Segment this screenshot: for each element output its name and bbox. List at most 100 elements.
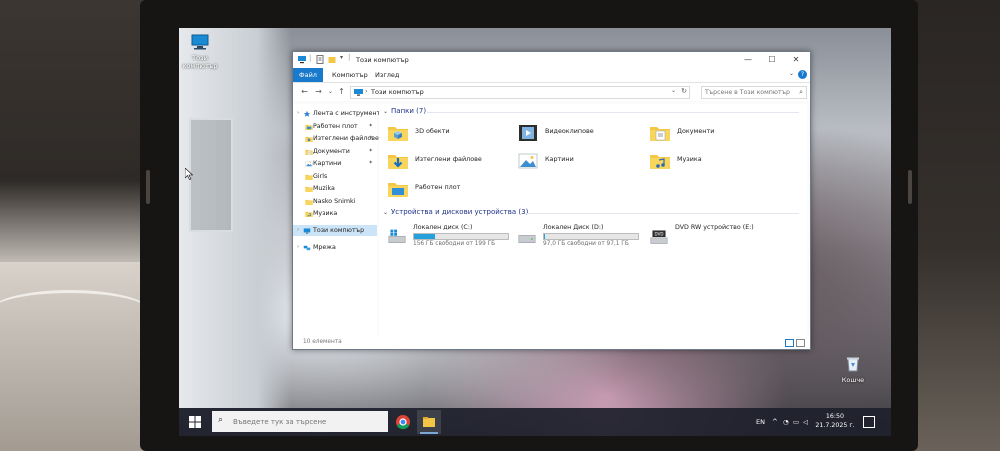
search-box[interactable]: ⌕: [701, 86, 807, 99]
folder-tile[interactable]: Работен плот: [387, 178, 507, 202]
details-view-icon[interactable]: [785, 339, 794, 347]
up-button[interactable]: ↑: [337, 87, 346, 97]
expand-ribbon-icon[interactable]: ⌄: [789, 70, 794, 77]
address-text[interactable]: Този компютър: [371, 88, 424, 96]
folder-icon: [305, 186, 313, 192]
taskbar-chrome-button[interactable]: [391, 410, 415, 434]
clock[interactable]: 16:50 21.7.2025 г.: [815, 412, 855, 430]
sidebar-item[interactable]: Girls: [293, 171, 377, 182]
battery-icon[interactable]: ▭: [793, 418, 799, 426]
notifications-icon[interactable]: [863, 416, 875, 428]
drive-tile[interactable]: Локален диск (C:) 156 ГБ свободни от 199 …: [387, 224, 515, 252]
back-button[interactable]: ←: [300, 87, 309, 97]
expand-chevron-icon[interactable]: ›: [297, 108, 299, 119]
folder-label: Видеоклипове: [545, 127, 594, 135]
content-pane[interactable]: ⌄ Папки (7) 3D обекти Видеоклипове Документ…: [379, 104, 807, 336]
desktop-folder-icon: [388, 183, 408, 197]
room-background-left: [0, 0, 150, 451]
volume-icon[interactable]: ◁: [803, 418, 808, 426]
download-icon: [305, 136, 313, 142]
sidebar-item-label: Този компютър: [313, 227, 365, 234]
address-dropdown-icon[interactable]: ⌄: [671, 87, 676, 94]
folder-tile[interactable]: Видеоклипове: [517, 122, 637, 146]
drive-icon: [518, 235, 536, 243]
language-indicator[interactable]: EN: [756, 418, 765, 426]
collapse-chevron-icon[interactable]: ⌄: [383, 108, 388, 115]
customize-quick-access-icon[interactable]: ▾: [340, 54, 348, 63]
sidebar-item[interactable]: › Мрежа: [293, 242, 377, 253]
help-icon[interactable]: ?: [798, 70, 807, 79]
folder-tile[interactable]: Документи: [649, 122, 769, 146]
pictures-icon: [518, 153, 538, 169]
separator: |: [348, 53, 351, 61]
pc-icon: [298, 56, 306, 64]
sidebar-item-label: Лента с инструменти: [313, 110, 385, 117]
drive-tile[interactable]: DVD DVD RW устройство (E:): [649, 224, 777, 252]
expand-chevron-icon[interactable]: ›: [297, 242, 299, 253]
properties-icon[interactable]: [316, 55, 324, 64]
folder-tile[interactable]: Музика: [649, 150, 769, 174]
close-button[interactable]: ✕: [784, 54, 808, 66]
large-icons-view-icon[interactable]: [796, 339, 805, 347]
start-button[interactable]: [189, 416, 201, 428]
minimize-button[interactable]: —: [736, 54, 760, 66]
taskbar-explorer-button[interactable]: [417, 410, 441, 434]
sidebar-item-label: Мрежа: [313, 244, 336, 251]
drive-free-space: 156 ГБ свободни от 199 ГБ: [413, 241, 496, 247]
desktop-icon-this-pc[interactable]: Този компютър: [179, 34, 223, 70]
3d-objects-icon: [388, 127, 408, 141]
sidebar-item[interactable]: › Лента с инструменти: [293, 108, 384, 119]
group-divider: [427, 112, 799, 113]
drives-group-header[interactable]: ⌄ Устройства и дискови устройства (3): [383, 208, 528, 216]
sidebar-item[interactable]: Nasko Snimki: [293, 196, 377, 207]
file-explorer-icon: [423, 417, 435, 427]
item-count: 10 елемента: [303, 339, 342, 345]
show-hidden-icons-icon[interactable]: ^: [772, 418, 778, 426]
taskbar-search-box[interactable]: ⌕: [212, 411, 388, 432]
sidebar-item[interactable]: Музика: [293, 208, 377, 219]
folders-group-title: Папки (7): [391, 107, 427, 115]
sidebar-item[interactable]: Документи ✦: [293, 146, 377, 157]
folder-tile[interactable]: Изтеглени файлове: [387, 150, 507, 174]
tab-computer[interactable]: Компютър: [326, 68, 374, 82]
sidebar-item[interactable]: Muzika: [293, 183, 377, 194]
recycle-bin-icon: [847, 357, 859, 372]
maximize-button[interactable]: ☐: [760, 54, 784, 66]
sidebar-item[interactable]: Работен плот ✦: [293, 121, 377, 132]
sidebar-item[interactable]: Изтеглени файлове ✦: [293, 133, 379, 144]
navigation-pane[interactable]: › Лента с инструменти Работен плот ✦ Изтегле…: [293, 104, 384, 336]
tab-file[interactable]: Файл: [293, 68, 323, 82]
sidebar-item[interactable]: › Този компютър: [293, 225, 377, 236]
folder-tile[interactable]: 3D обекти: [387, 122, 507, 146]
title-bar[interactable]: | ▾ | Този компютър — ☐ ✕: [293, 52, 810, 68]
collapse-chevron-icon[interactable]: ⌄: [383, 209, 388, 216]
documents-icon: [305, 149, 313, 155]
recent-locations-button[interactable]: ⌄: [326, 87, 335, 97]
documents-icon: [650, 127, 670, 141]
file-explorer-window[interactable]: | ▾ | Този компютър — ☐ ✕ Файл Компютър …: [292, 51, 811, 350]
desktop-icon-recycle-bin[interactable]: Кошче: [830, 356, 876, 384]
sidebar-item[interactable]: Картини ✦: [293, 158, 377, 169]
address-toolbar: ← → ⌄ ↑ › Този компютър ⌄ ↻ ⌕: [293, 83, 810, 101]
refresh-icon[interactable]: ↻: [681, 87, 687, 95]
taskbar: ⌕ EN ^ ◔ ▭ ◁ 16:50 21.7.2025 г.: [179, 408, 891, 436]
folder-tile[interactable]: Картини: [517, 150, 637, 174]
tab-view[interactable]: Изглед: [369, 68, 405, 82]
search-input[interactable]: [705, 87, 791, 98]
ribbon-tabs: Файл Компютър Изглед ⌄ ?: [293, 68, 810, 83]
drive-tile[interactable]: Локален Диск (D:) 97,0 ГБ свободни от 97,…: [517, 224, 645, 252]
forward-button[interactable]: →: [314, 87, 323, 97]
taskbar-search-input[interactable]: [233, 414, 383, 429]
drive-usage-fill: [544, 234, 545, 239]
expand-chevron-icon[interactable]: ›: [297, 225, 299, 236]
videos-icon: [519, 125, 537, 141]
folders-group-header[interactable]: ⌄ Папки (7): [383, 107, 426, 115]
address-bar[interactable]: › Този компютър ⌄ ↻: [350, 86, 690, 99]
network-wifi-icon[interactable]: ◔: [783, 418, 789, 426]
breadcrumb-separator-icon[interactable]: ›: [365, 87, 368, 95]
new-folder-icon[interactable]: [328, 55, 336, 64]
sidebar-item-label: Работен плот: [313, 123, 358, 130]
drive-label: DVD RW устройство (E:): [675, 224, 754, 231]
music-icon: [650, 155, 670, 169]
sidebar-item-label: Muzika: [313, 185, 335, 192]
